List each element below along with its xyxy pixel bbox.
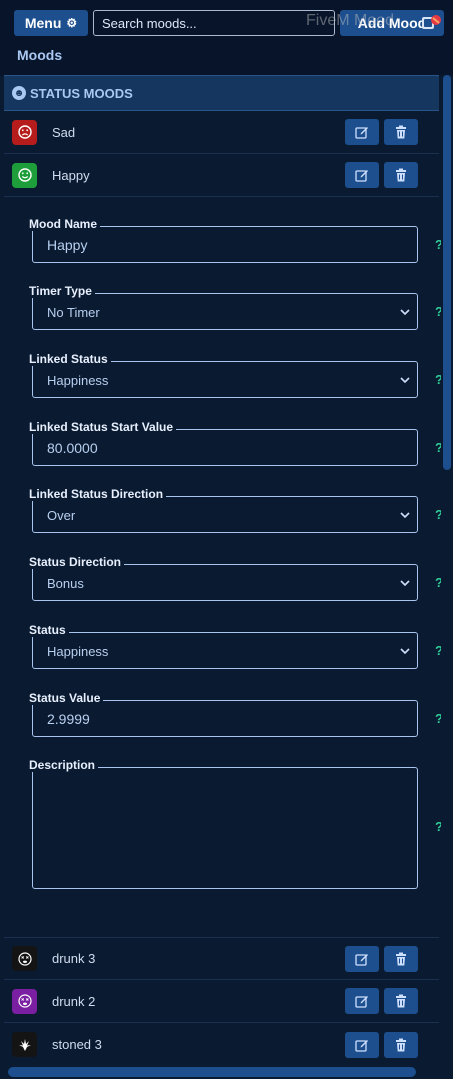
trash-icon (396, 1038, 406, 1051)
status-value-value: 2.9999 (47, 711, 90, 727)
smile-icon: ☻ (12, 86, 26, 100)
menu-button[interactable]: Menu ⚙ (14, 10, 88, 36)
status-value-label: Status Value (26, 691, 104, 705)
dizzy-face-icon (12, 988, 37, 1014)
edit-button[interactable] (345, 1031, 379, 1058)
edit-button[interactable] (345, 162, 379, 188)
edit-icon (355, 170, 368, 182)
linked-status-value: Happiness (47, 373, 109, 388)
moods-panel: Menu ⚙ FiveM Mood Add Mood Moods ☻ STATU… (0, 0, 453, 1079)
mood-name: drunk 3 (52, 951, 96, 966)
linked-direction-select[interactable]: Over (32, 496, 418, 533)
horizontal-scrollbar[interactable] (0, 1064, 453, 1079)
menu-label: Menu (24, 15, 62, 31)
category-label: STATUS MOODS (30, 85, 133, 101)
delete-button[interactable] (384, 988, 418, 1014)
app-logo-icon (422, 15, 441, 29)
delete-button[interactable] (384, 119, 418, 145)
trash-icon (396, 952, 406, 965)
edit-icon (355, 127, 368, 139)
mood-name-label: Mood Name (26, 217, 101, 231)
delete-button[interactable] (384, 945, 418, 972)
trash-icon (396, 994, 406, 1008)
mood-row-drunk-2[interactable]: drunk 2 (4, 980, 439, 1023)
status-select[interactable]: Happiness (32, 632, 418, 669)
mood-name: stoned 3 (52, 1037, 102, 1052)
mood-row-happy[interactable]: Happy (4, 154, 439, 197)
edit-icon (355, 953, 368, 966)
add-mood-label: Add Mood (357, 15, 427, 31)
trash-icon (396, 168, 406, 182)
section-title: Moods (17, 47, 63, 63)
edit-button[interactable] (345, 119, 379, 145)
linked-status-select[interactable]: Happiness (32, 361, 418, 398)
edit-icon (355, 1039, 368, 1052)
timer-type-value: No Timer (47, 305, 100, 320)
mood-name: Sad (52, 124, 76, 140)
mood-name: drunk 2 (52, 993, 96, 1009)
horizontal-scrollbar-thumb[interactable] (8, 1067, 416, 1077)
vertical-scrollbar-thumb[interactable] (443, 75, 451, 470)
mood-name: Happy (52, 167, 90, 183)
edit-button[interactable] (345, 988, 379, 1014)
delete-button[interactable] (384, 1031, 418, 1058)
delete-button[interactable] (384, 162, 418, 188)
linked-status-label: Linked Status (26, 352, 111, 366)
edit-icon (355, 996, 368, 1008)
linked-direction-label: Linked Status Direction (26, 487, 167, 501)
status-direction-value: Bonus (47, 576, 84, 591)
category-header-status-moods[interactable]: ☻ STATUS MOODS (4, 75, 439, 111)
edit-button[interactable] (345, 945, 379, 972)
happy-face-icon (12, 162, 37, 188)
vertical-scrollbar[interactable] (441, 75, 453, 1065)
chevron-down-icon (400, 648, 410, 655)
status-value: Happiness (47, 644, 109, 659)
chevron-down-icon (400, 512, 410, 519)
search-input[interactable] (93, 10, 335, 36)
description-textarea[interactable] (32, 767, 418, 889)
mood-edit-form: Happy Mood Name ? No Timer Timer Type ? … (4, 197, 443, 937)
chevron-down-icon (400, 580, 410, 587)
chevron-down-icon (400, 309, 410, 316)
top-bar: Menu ⚙ FiveM Mood Add Mood Moods (0, 0, 453, 76)
mood-name-value: Happy (47, 237, 88, 253)
status-direction-label: Status Direction (26, 555, 125, 569)
mood-row-sad[interactable]: Sad (4, 111, 439, 154)
linked-start-label: Linked Status Start Value (26, 420, 177, 434)
status-direction-select[interactable]: Bonus (32, 564, 418, 601)
timer-type-label: Timer Type (26, 284, 95, 298)
timer-type-select[interactable]: No Timer (32, 293, 418, 330)
linked-start-input[interactable]: 80.0000 (32, 429, 418, 466)
dizzy-face-icon (12, 946, 37, 971)
linked-start-value: 80.0000 (47, 440, 98, 456)
mood-row-drunk-3[interactable]: drunk 3 (4, 937, 439, 980)
cannabis-leaf-icon (12, 1032, 37, 1057)
trash-icon (396, 125, 406, 139)
linked-direction-value: Over (47, 508, 76, 523)
chevron-down-icon (400, 377, 410, 384)
sad-face-icon (12, 119, 37, 145)
status-label: Status (26, 623, 69, 637)
status-value-input[interactable]: 2.9999 (32, 700, 418, 737)
mood-name-input[interactable]: Happy (32, 226, 418, 263)
description-label: Description (26, 758, 99, 772)
gear-icon: ⚙ (66, 16, 78, 30)
mood-row-stoned-3[interactable]: stoned 3 (4, 1023, 439, 1066)
